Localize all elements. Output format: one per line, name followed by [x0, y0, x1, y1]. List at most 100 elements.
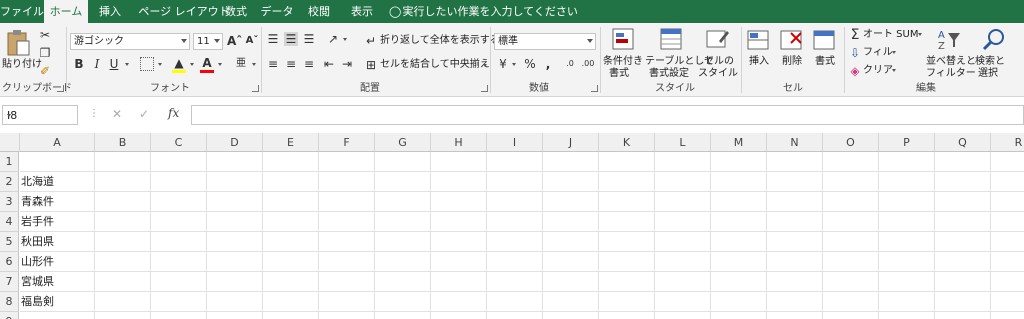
- tab-formulas[interactable]: 数式: [218, 0, 254, 23]
- row-header-1[interactable]: 1: [0, 152, 19, 172]
- cell-a7[interactable]: 宮城県: [21, 272, 95, 292]
- clear-button[interactable]: ◈ クリア: [848, 64, 898, 78]
- phonetic-icon[interactable]: 亜: [234, 57, 248, 71]
- column-header-l[interactable]: L: [655, 133, 711, 152]
- fill-color-icon[interactable]: ▲: [172, 56, 186, 70]
- cell-a2[interactable]: 北海道: [21, 172, 95, 192]
- column-header-j[interactable]: J: [543, 133, 599, 152]
- percent-icon[interactable]: %: [523, 57, 537, 71]
- insert-cells-button[interactable]: 挿入: [744, 27, 774, 81]
- column-header-d[interactable]: D: [207, 133, 263, 152]
- shrink-font-icon[interactable]: Aˇ: [245, 34, 259, 48]
- row-header-4[interactable]: 4: [0, 212, 19, 232]
- column-header-g[interactable]: G: [375, 133, 431, 152]
- cell-a1[interactable]: [21, 152, 95, 172]
- paste-button[interactable]: 貼り付け: [2, 27, 42, 79]
- column-header-r[interactable]: R: [991, 133, 1024, 152]
- column-header-f[interactable]: F: [319, 133, 375, 152]
- column-header-n[interactable]: N: [767, 133, 823, 152]
- bold-icon[interactable]: B: [72, 57, 86, 71]
- orientation-icon[interactable]: ↗: [326, 32, 340, 46]
- merge-center-button[interactable]: ⊞ セルを結合して中央揃え: [364, 57, 490, 73]
- formula-input[interactable]: [191, 105, 1024, 125]
- align-bottom-icon[interactable]: ☰: [302, 32, 316, 46]
- row-header-6[interactable]: 6: [0, 252, 19, 272]
- decrease-decimal-icon[interactable]: .00: [581, 57, 595, 71]
- align-center-icon[interactable]: ≡: [284, 57, 298, 71]
- conditional-formatting-button[interactable]: 条件付き 書式: [603, 27, 645, 81]
- format-painter-icon[interactable]: ✐: [38, 64, 52, 78]
- autosum-button[interactable]: Σ オート SUM: [848, 28, 924, 42]
- cut-icon[interactable]: ✂: [38, 28, 52, 42]
- tell-me-box[interactable]: ◯ 実行したい作業を入力してください: [389, 0, 578, 23]
- comma-icon[interactable]: ,: [541, 57, 555, 71]
- column-header-q[interactable]: Q: [935, 133, 991, 152]
- chevron-down-icon[interactable]: [343, 38, 347, 41]
- name-box[interactable]: I8: [2, 105, 78, 125]
- wrap-text-button[interactable]: ↵ 折り返して全体を表示する: [364, 33, 500, 49]
- tab-view[interactable]: 表示: [344, 0, 380, 23]
- currency-icon[interactable]: ¥: [496, 57, 510, 71]
- cell-a8[interactable]: 福島剣: [21, 292, 95, 312]
- chevron-down-icon[interactable]: [158, 63, 162, 66]
- enter-icon[interactable]: ✓: [139, 107, 149, 121]
- column-header-c[interactable]: C: [151, 133, 207, 152]
- copy-icon[interactable]: ❐: [38, 46, 52, 60]
- tab-file[interactable]: ファイル: [0, 0, 44, 23]
- font-color-icon[interactable]: A: [200, 56, 214, 70]
- row-header-8[interactable]: 8: [0, 292, 19, 312]
- format-as-table-button[interactable]: テーブルとして 書式設定: [645, 27, 714, 81]
- cell-a3[interactable]: 青森件: [21, 192, 95, 212]
- italic-icon[interactable]: I: [90, 57, 104, 71]
- decrease-indent-icon[interactable]: ⇤: [322, 57, 336, 71]
- underline-icon[interactable]: U: [107, 57, 121, 71]
- chevron-down-icon[interactable]: [252, 63, 256, 66]
- align-middle-icon[interactable]: ☰: [284, 32, 298, 46]
- number-launcher-icon[interactable]: [591, 85, 598, 92]
- font-size-dropdown[interactable]: 11: [193, 33, 223, 50]
- fill-button[interactable]: ⇩ フィル: [848, 46, 898, 60]
- increase-decimal-icon[interactable]: .0: [563, 57, 577, 71]
- column-header-i[interactable]: I: [487, 133, 543, 152]
- cell-a9[interactable]: [21, 312, 95, 319]
- column-header-a[interactable]: A: [20, 133, 95, 152]
- column-header-b[interactable]: B: [95, 133, 151, 152]
- select-all-corner[interactable]: [0, 133, 20, 152]
- cell-a4[interactable]: 岩手件: [21, 212, 95, 232]
- row-header-7[interactable]: 7: [0, 272, 19, 292]
- find-select-button[interactable]: 検索と 選択: [975, 27, 1015, 81]
- insert-function-icon[interactable]: fx: [168, 106, 179, 120]
- tab-review[interactable]: 校閲: [301, 0, 337, 23]
- column-header-m[interactable]: M: [711, 133, 767, 152]
- row-header-2[interactable]: 2: [0, 172, 19, 192]
- column-header-k[interactable]: K: [599, 133, 655, 152]
- column-header-o[interactable]: O: [823, 133, 879, 152]
- delete-cells-button[interactable]: 削除: [777, 27, 807, 81]
- format-cells-button[interactable]: 書式: [810, 27, 840, 81]
- more-options-icon[interactable]: ⋮: [89, 108, 99, 119]
- column-header-p[interactable]: P: [879, 133, 935, 152]
- worksheet-grid[interactable]: A B C D E F G H I J K L M N O P Q R 1 2 北海道 3 青森件 4 岩手件 5 秋田県 6 山形件 7…: [0, 133, 1024, 319]
- chevron-down-icon[interactable]: [125, 63, 129, 66]
- align-left-icon[interactable]: ≡: [266, 57, 280, 71]
- tab-data[interactable]: データ: [259, 0, 295, 23]
- cell-a5[interactable]: 秋田県: [21, 232, 95, 252]
- font-launcher-icon[interactable]: [252, 85, 259, 92]
- clipboard-launcher-icon[interactable]: [57, 85, 64, 92]
- column-header-e[interactable]: E: [263, 133, 319, 152]
- tab-insert[interactable]: 挿入: [92, 0, 128, 23]
- chevron-down-icon[interactable]: [512, 63, 516, 66]
- column-header-h[interactable]: H: [431, 133, 487, 152]
- chevron-down-icon[interactable]: [190, 63, 194, 66]
- cell-styles-button[interactable]: セルの スタイル: [698, 27, 738, 81]
- align-top-icon[interactable]: ☰: [266, 32, 280, 46]
- align-right-icon[interactable]: ≡: [302, 57, 316, 71]
- row-header-5[interactable]: 5: [0, 232, 19, 252]
- increase-indent-icon[interactable]: ⇥: [340, 57, 354, 71]
- borders-icon[interactable]: [140, 57, 154, 71]
- chevron-down-icon[interactable]: [218, 63, 222, 66]
- tab-home[interactable]: ホーム: [44, 0, 88, 23]
- font-name-dropdown[interactable]: 游ゴシック: [70, 33, 190, 50]
- cell-a6[interactable]: 山形件: [21, 252, 95, 272]
- row-header-9[interactable]: 9: [0, 312, 19, 319]
